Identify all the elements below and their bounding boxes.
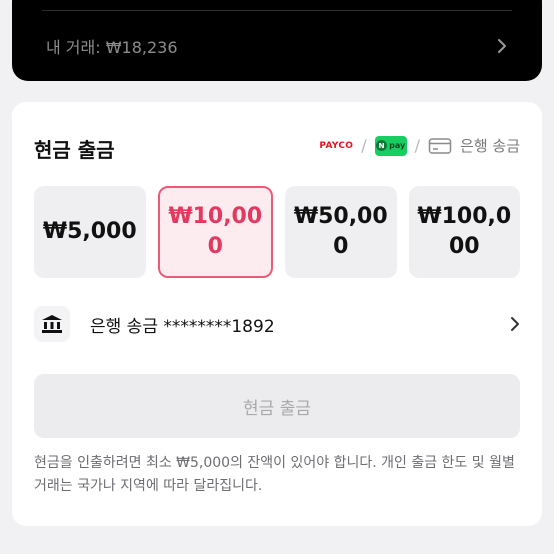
separator: / (414, 136, 421, 155)
cash-withdraw-card: 현금 출금 PAYCO / N pay / 은행 송금 ₩5,000 ₩10,0… (12, 102, 542, 526)
separator: / (361, 136, 367, 155)
bank-icon (34, 306, 70, 342)
bank-account-label: 은행 송금 ********1892 (90, 316, 275, 337)
withdraw-notice: 현금을 인출하려면 최소 ₩5,000의 잔액이 있어야 합니다. 개인 출금 … (34, 455, 515, 494)
npay-mark: N (376, 140, 388, 151)
amount-option-50000[interactable]: ₩50,000 (285, 186, 397, 278)
payout-methods: PAYCO / N pay / 은행 송금 (319, 135, 520, 156)
top-summary-card: 내 거래: ₩18,236 (12, 0, 542, 81)
npay-logo: N pay (374, 135, 407, 156)
amount-option-10000[interactable]: ₩10,000 (157, 186, 273, 278)
bank-account-row[interactable]: 은행 송금 ********1892 (34, 304, 520, 344)
divider (42, 10, 512, 11)
bank-transfer-label: 은행 송금 (460, 137, 520, 155)
section-title: 현금 출금 (34, 138, 115, 162)
chevron-right-icon (498, 39, 506, 53)
my-trades-label: 내 거래: ₩18,236 (46, 38, 178, 57)
amount-option-100000[interactable]: ₩100,000 (408, 186, 520, 278)
cash-withdraw-button[interactable]: 현금 출금 (34, 374, 520, 438)
chevron-right-icon (511, 317, 519, 331)
amount-options: ₩5,000 ₩10,000 ₩50,000 ₩100,000 (34, 186, 520, 278)
amount-option-5000[interactable]: ₩5,000 (34, 186, 146, 278)
payco-logo: PAYCO (319, 140, 354, 151)
card-icon (428, 137, 452, 154)
my-trades-row[interactable]: 내 거래: ₩18,236 (46, 32, 508, 60)
npay-text: pay (389, 141, 406, 150)
